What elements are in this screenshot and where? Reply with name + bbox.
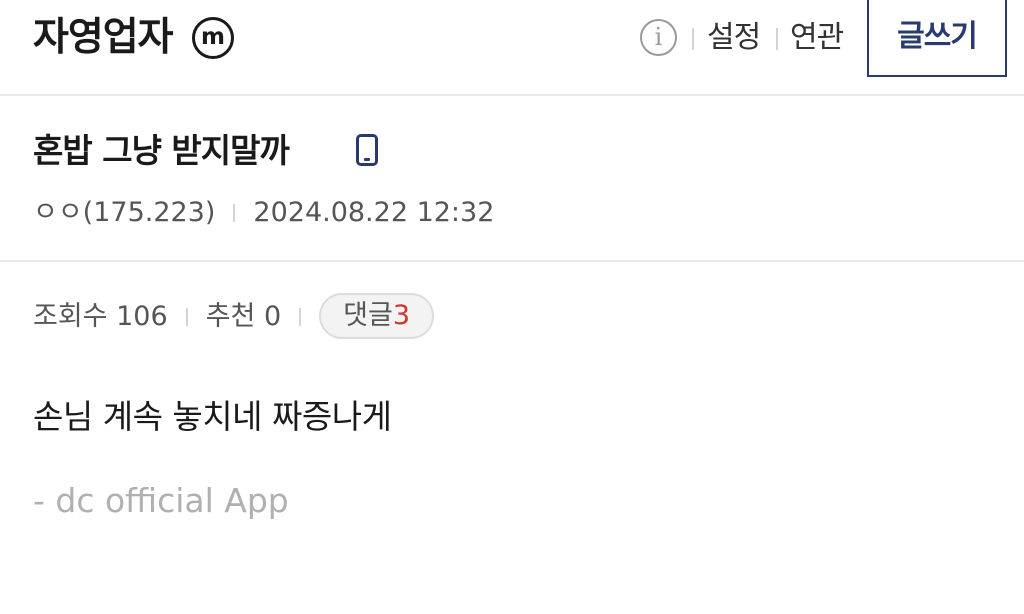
stats-divider <box>185 308 188 326</box>
post-signature: - dc official App <box>33 481 289 520</box>
gallery-title[interactable]: 자영업자 <box>33 12 174 64</box>
meta-divider <box>233 204 236 222</box>
recommend-count: 0 <box>263 301 282 332</box>
post-title: 혼밥 그냥 받지말까 <box>33 131 290 170</box>
minor-gallery-badge-icon: m <box>192 17 234 59</box>
post-header: 혼밥 그냥 받지말까 ㅇㅇ(175.223) 2024.08.22 12:32 <box>0 96 1024 262</box>
author-name[interactable]: ㅇㅇ(175.223) <box>33 197 215 228</box>
views-label: 조회수 <box>33 301 108 332</box>
comment-button[interactable]: 댓글3 <box>319 292 435 339</box>
comment-label: 댓글 <box>343 299 393 331</box>
mobile-device-icon <box>356 134 378 166</box>
stats-divider <box>299 308 302 326</box>
views-count: 106 <box>116 301 168 332</box>
write-post-button[interactable]: 글쓰기 <box>867 0 1007 77</box>
info-icon[interactable]: i <box>640 19 677 56</box>
recommend-label: 추천 <box>205 301 256 332</box>
related-link[interactable]: 연관 <box>790 16 844 60</box>
post-meta: ㅇㅇ(175.223) 2024.08.22 12:32 <box>33 194 494 232</box>
header-divider <box>692 28 694 50</box>
post-body: 손님 계속 놓치네 짜증나게 <box>33 397 392 436</box>
post-datetime: 2024.08.22 12:32 <box>253 197 495 228</box>
settings-link[interactable]: 설정 <box>707 16 761 60</box>
post-stats: 조회수 106 추천 0 댓글3 <box>33 292 435 340</box>
gallery-header: 자영업자 m i 설정 연관 글쓰기 <box>0 0 1024 96</box>
header-divider <box>776 28 778 50</box>
comment-count: 3 <box>392 299 411 331</box>
